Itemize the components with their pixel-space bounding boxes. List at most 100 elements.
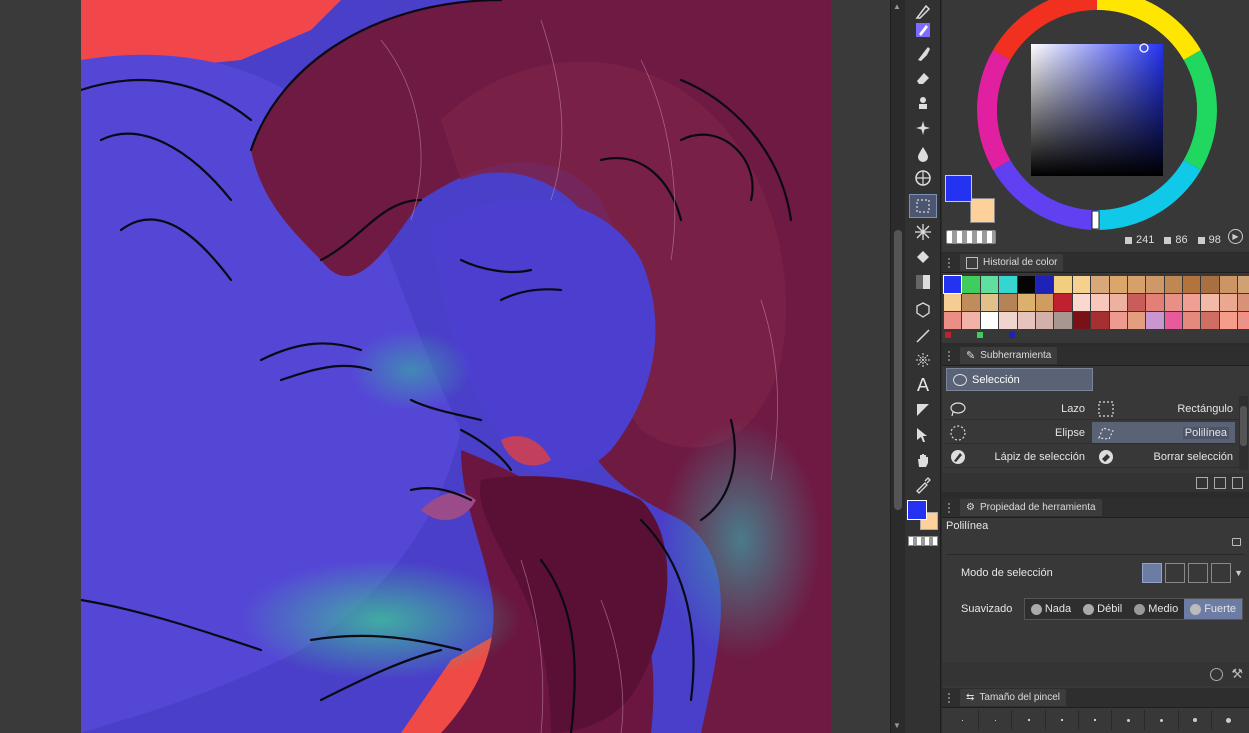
color-history-swatch[interactable] [1017,294,1035,311]
color-history-swatch[interactable] [962,276,980,293]
text-tool-icon[interactable]: A [909,373,937,397]
brush-size-preset[interactable] [1046,710,1079,730]
frame-tool-icon[interactable] [909,398,937,422]
history-scroll-up-icon[interactable]: ▲ [1238,277,1246,286]
panel-grip-icon[interactable] [948,350,954,361]
color-mode-icon[interactable]: ▶ [1228,229,1243,244]
panel-grip-icon[interactable] [948,257,954,268]
color-history-swatch[interactable] [1164,294,1183,311]
color-history-swatch[interactable] [1072,312,1091,329]
panel-grip-icon[interactable] [948,502,954,513]
color-history-swatch[interactable] [1109,276,1127,293]
color-history-swatch[interactable] [1127,276,1146,293]
color-history-swatch[interactable] [1035,312,1054,329]
color-history-swatch[interactable] [980,276,999,293]
color-history-swatch[interactable] [1201,276,1219,293]
color-history-swatch[interactable] [1127,312,1146,329]
color-history-swatch[interactable] [1035,276,1054,293]
pencil-tool-icon[interactable] [909,18,937,42]
color-history-swatch[interactable] [980,312,999,329]
color-history-swatch[interactable] [1035,294,1054,311]
color-history-swatch[interactable] [1238,294,1249,311]
eyedropper-tool-icon[interactable] [909,473,937,497]
operation-tool-icon[interactable] [909,166,937,190]
color-history-swatch[interactable] [1054,276,1072,293]
subtool-scrollbar[interactable] [1239,396,1248,470]
brush-size-preset[interactable] [1212,710,1245,730]
selection-group-button[interactable]: Selección [946,368,1093,391]
subtool-lasso[interactable]: Lazo [944,398,1091,420]
intersect-selection-icon[interactable] [1211,563,1232,583]
subtool-ellipse[interactable]: Elipse [944,422,1091,444]
figure-3d-tool-icon[interactable] [909,298,937,322]
duplicate-subtool-icon[interactable] [1214,476,1226,489]
sub-color-swatch[interactable] [970,198,995,223]
color-history-swatch[interactable] [1146,276,1164,293]
subtool-polyline[interactable]: Polilínea [1092,422,1235,444]
color-history-swatch[interactable] [980,294,999,311]
color-history-swatch[interactable] [1109,294,1127,311]
smoothing-option-weak[interactable]: Débil [1077,599,1128,619]
smoothing-option-medium[interactable]: Medio [1128,599,1184,619]
canvas-area[interactable] [0,0,890,733]
gradient-tool-icon[interactable] [909,270,937,294]
history-scroll-down-icon[interactable]: ▼ [1238,316,1246,325]
color-history-swatch[interactable] [999,276,1017,293]
color-history-swatch[interactable] [1072,276,1091,293]
download-subtool-icon[interactable] [1196,476,1208,489]
brush-size-preset[interactable] [1179,710,1212,730]
scroll-up-icon[interactable]: ▲ [893,2,901,11]
color-history-swatch[interactable] [944,294,962,311]
color-history-swatch[interactable] [1183,312,1201,329]
color-history-swatch[interactable] [1017,312,1035,329]
auto-select-tool-icon[interactable] [909,220,937,244]
scroll-down-icon[interactable]: ▼ [893,721,901,730]
hand-tool-icon[interactable] [909,448,937,472]
canvas-vertical-scrollbar[interactable]: ▲ ▼ [890,0,904,733]
delete-subtool-icon[interactable] [1232,476,1243,489]
color-history-swatch[interactable] [1219,276,1238,293]
wrench-settings-icon[interactable]: ⚒ [1231,666,1243,682]
color-history-swatch[interactable] [999,312,1017,329]
subtract-selection-icon[interactable] [1188,563,1209,583]
reset-property-icon[interactable] [1210,667,1224,681]
selection-mode-dropdown-icon[interactable]: ▼ [1234,568,1243,578]
brush-size-preset[interactable] [946,710,980,730]
object-tool-icon[interactable] [909,423,937,447]
smoothing-option-none[interactable]: Nada [1025,599,1077,619]
color-history-swatch[interactable] [1017,276,1035,293]
brush-size-preset[interactable] [1012,710,1046,730]
scrollbar-thumb[interactable] [894,230,902,510]
subtool-scroll-thumb[interactable] [1240,406,1247,446]
ruler-tool-icon[interactable] [909,348,937,372]
color-history-swatch[interactable] [1091,294,1109,311]
color-history-swatch[interactable] [1127,294,1146,311]
color-history-swatch[interactable] [1201,312,1219,329]
subtool-selection-eraser[interactable]: Borrar selección [1092,446,1239,468]
sparkle-tool-icon[interactable] [909,116,937,140]
color-history-swatch[interactable] [1183,276,1201,293]
fill-tool-icon[interactable] [909,245,937,269]
subtool-rectangle[interactable]: Rectángulo [1092,398,1239,420]
color-history-swatch[interactable] [1201,294,1219,311]
eraser-tool-icon[interactable] [909,66,937,90]
color-history-swatch[interactable] [999,294,1017,311]
tab-brush-size[interactable]: ⇆ Tamaño del pincel [960,689,1066,706]
color-history-swatch[interactable] [1146,312,1164,329]
artwork-canvas[interactable] [81,0,831,733]
color-history-swatch[interactable] [1219,312,1238,329]
color-history-swatch[interactable] [1183,294,1201,311]
line-tool-icon[interactable] [909,324,937,348]
lock-icon[interactable] [1232,538,1241,546]
smoothing-option-strong[interactable]: Fuerte [1184,599,1242,619]
color-history-swatch[interactable] [1164,312,1183,329]
tab-tool-property[interactable]: ⚙ Propiedad de herramienta [960,499,1102,516]
color-history-swatch[interactable] [1054,312,1072,329]
color-history-swatch[interactable] [962,312,980,329]
color-history-swatch[interactable] [1219,294,1238,311]
brush-size-preset[interactable] [979,710,1013,730]
selection-tool-icon[interactable] [909,194,937,218]
color-history-swatch[interactable] [1091,312,1109,329]
brush-size-preset[interactable] [1112,710,1146,730]
brush-size-preset[interactable] [1145,710,1179,730]
